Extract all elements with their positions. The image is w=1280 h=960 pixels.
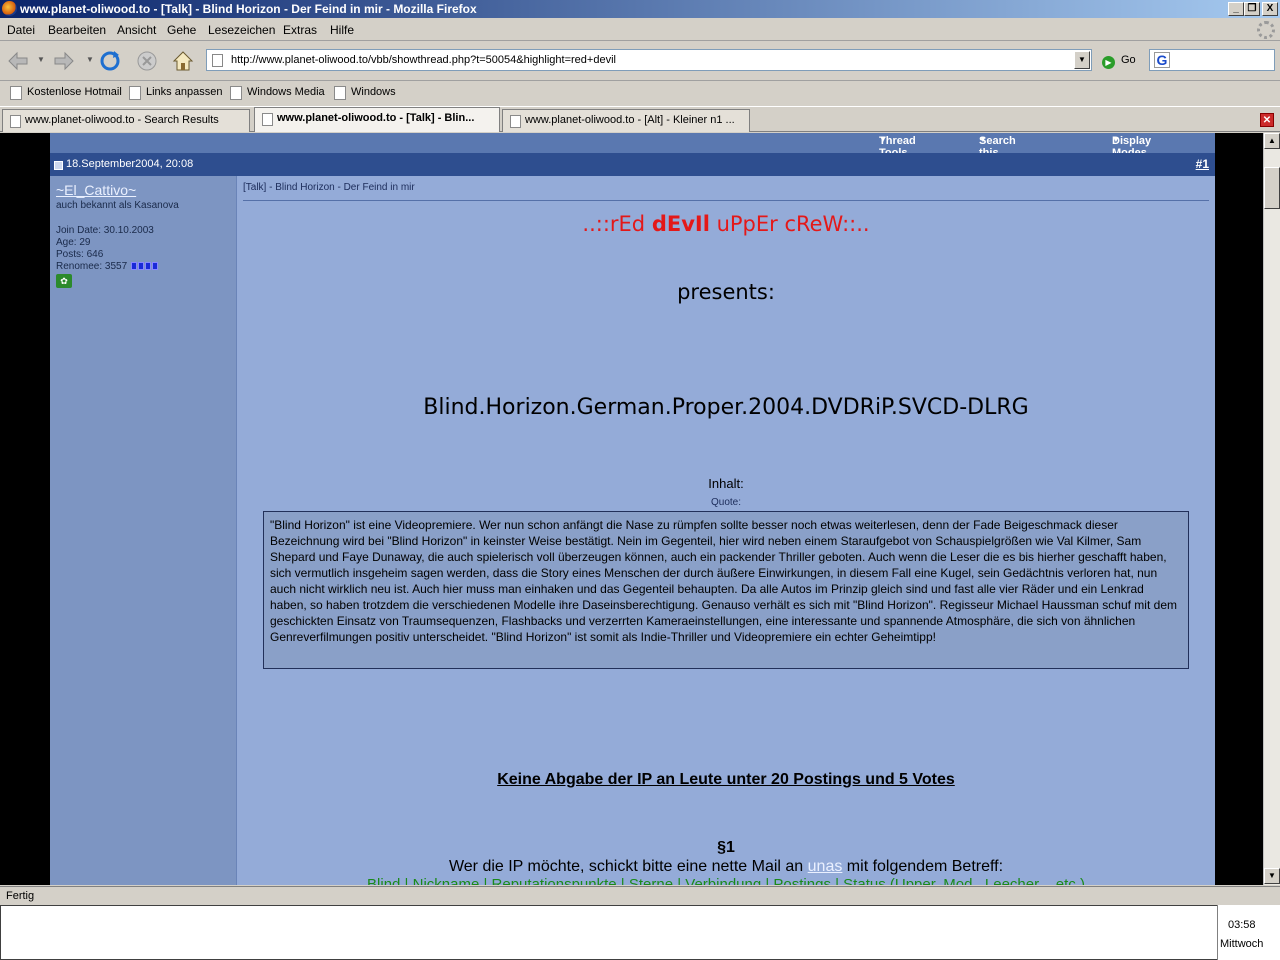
menu-bearbeiten[interactable]: Bearbeiten [48, 23, 106, 37]
stop-icon [137, 51, 157, 71]
release-name: Blind.Horizon.German.Proper.2004.DVDRiP.… [423, 395, 1029, 420]
crew-text-bold: dEvIl [651, 212, 710, 236]
divider [243, 200, 1209, 201]
reload-button[interactable] [97, 48, 123, 74]
forward-dropdown-icon[interactable]: ▼ [86, 55, 94, 64]
window-titlebar: www.planet-oliwood.to - [Talk] - Blind H… [0, 0, 1280, 18]
tab-alt-kleiner[interactable]: www.planet-oliwood.to - [Alt] - Kleiner … [502, 109, 750, 132]
crew-text-post: uPpEr cReW::.. [709, 212, 870, 236]
reputation-icon [144, 262, 151, 270]
chevron-down-icon: ▼ [979, 135, 987, 144]
go-button[interactable]: ▶ Go [1102, 52, 1136, 70]
username-link[interactable]: ~El_Cattivo~ [56, 182, 136, 198]
request-text-pre: Wer die IP möchte, schickt bitte eine ne… [448, 858, 808, 875]
firefox-icon [2, 1, 17, 16]
inhalt-label: Inhalt: [708, 476, 744, 491]
search-box[interactable]: G [1149, 49, 1275, 71]
menu-lesezeichen[interactable]: Lesezeichen [208, 23, 275, 37]
tab-bar: www.planet-oliwood.to - Search Results w… [0, 106, 1280, 132]
user-renomee: Renomee: 3557 [56, 261, 158, 272]
taskbar [0, 905, 1280, 960]
minimize-button[interactable]: _ [1228, 2, 1244, 16]
system-clock[interactable]: 03:58 Mittwoch [1217, 905, 1280, 960]
back-button[interactable] [6, 48, 32, 74]
mail-link[interactable]: unas [808, 858, 843, 875]
scroll-up-icon[interactable]: ▲ [1264, 133, 1280, 149]
menu-hilfe[interactable]: Hilfe [330, 23, 354, 37]
stop-button[interactable] [134, 48, 160, 74]
clock-time: 03:58 [1228, 919, 1256, 931]
page-viewport: Thread Tools ▼ Search this Thread ▼ Disp… [0, 133, 1263, 885]
go-icon: ▶ [1102, 56, 1115, 69]
presents-text: presents: [677, 280, 775, 304]
request-text-post: mit folgendem Betreff: [842, 858, 1004, 875]
thread-tools-bar: Thread Tools ▼ Search this Thread ▼ Disp… [50, 133, 1215, 171]
subject-format: Blind | Nickname | Reputationspunkte | S… [367, 876, 1085, 885]
post-title: [Talk] - Blind Horizon - Der Feind in mi… [243, 182, 415, 193]
navigation-toolbar: ▼ ▼ http://www.planet-oliwood.to/vbb/sho… [0, 41, 1280, 81]
renomee-label: Renomee: 3557 [56, 261, 128, 272]
reload-icon [100, 51, 120, 71]
menu-bar: Datei Bearbeiten Ansicht Gehe Lesezeiche… [0, 18, 1280, 41]
reputation-icon [137, 262, 144, 270]
status-bar: Fertig [0, 886, 1280, 905]
user-posts: Posts: 646 [56, 249, 104, 260]
menu-gehe[interactable]: Gehe [167, 23, 196, 37]
chevron-down-icon: ▼ [1112, 135, 1120, 144]
quote-box: "Blind Horizon" ist eine Videopremiere. … [263, 511, 1189, 669]
url-bar[interactable]: http://www.planet-oliwood.to/vbb/showthr… [206, 49, 1092, 71]
post-date: 18.September2004, 20:08 [66, 158, 194, 170]
crew-text-pre: ..::rEd [582, 212, 652, 236]
tab-search-results[interactable]: www.planet-oliwood.to - Search Results [2, 109, 250, 132]
quote-label: Quote: [710, 497, 742, 508]
post-number-link[interactable]: #1 [1196, 157, 1209, 171]
chevron-down-icon: ▼ [879, 135, 887, 144]
url-text[interactable]: http://www.planet-oliwood.to/vbb/showthr… [231, 54, 616, 66]
join-date: Join Date: 30.10.2003 [56, 225, 154, 236]
reputation-icon [151, 262, 158, 270]
bookmark-windows[interactable]: Windows [334, 86, 396, 100]
scroll-down-icon[interactable]: ▼ [1264, 868, 1280, 884]
post-body: [Talk] - Blind Horizon - Der Feind in mi… [237, 176, 1215, 885]
menu-datei[interactable]: Datei [7, 23, 35, 37]
tab-talk-blind-horizon[interactable]: www.planet-oliwood.to - [Talk] - Blin... [254, 107, 500, 132]
bookmarks-toolbar: Kostenlose Hotmail Links anpassen Window… [0, 82, 1280, 104]
forum-page: Thread Tools ▼ Search this Thread ▼ Disp… [50, 133, 1215, 885]
reputation-icon [130, 262, 137, 270]
bookmark-windows-media[interactable]: Windows Media [230, 86, 325, 100]
user-info-panel: ~El_Cattivo~ auch bekannt als Kasanova J… [50, 176, 237, 885]
rules-heading: Keine Abgabe der IP an Leute unter 20 Po… [497, 771, 955, 788]
maximize-button[interactable]: ❐ [1244, 2, 1260, 16]
menu-ansicht[interactable]: Ansicht [117, 23, 156, 37]
back-dropdown-icon[interactable]: ▼ [37, 55, 45, 64]
crew-banner: ..::rEd dEvIl uPpEr cReW::.. [237, 212, 1215, 236]
url-dropdown-icon[interactable]: ▼ [1074, 51, 1090, 69]
post-header: 18.September2004, 20:08 #1 [50, 153, 1215, 176]
back-arrow-icon [8, 51, 28, 71]
clock-day: Mittwoch [1220, 938, 1264, 950]
home-button[interactable] [170, 48, 196, 74]
window-title: www.planet-oliwood.to - [Talk] - Blind H… [20, 2, 477, 16]
bookmark-hotmail[interactable]: Kostenlose Hotmail [10, 86, 122, 100]
request-text: Wer die IP möchte, schickt bitte eine ne… [237, 858, 1215, 876]
user-badge-icon: ✿ [56, 274, 72, 288]
paragraph-mark: §1 [717, 839, 735, 856]
user-age: Age: 29 [56, 237, 91, 248]
throbber-icon [1257, 21, 1275, 39]
status-text: Fertig [6, 890, 35, 902]
close-tab-icon[interactable]: ✕ [1260, 113, 1274, 127]
post-icon [54, 161, 63, 170]
home-icon [172, 51, 194, 71]
go-label: Go [1121, 54, 1136, 66]
scrollbar-thumb[interactable] [1264, 167, 1280, 209]
page-icon [212, 54, 223, 67]
forward-arrow-icon [54, 51, 74, 71]
user-title: auch bekannt als Kasanova [56, 200, 179, 211]
menu-extras[interactable]: Extras [283, 23, 317, 37]
bookmark-links-anpassen[interactable]: Links anpassen [129, 86, 222, 100]
vertical-scrollbar[interactable]: ▲ ▼ [1263, 133, 1280, 885]
google-icon[interactable]: G [1154, 52, 1170, 68]
forward-button[interactable] [50, 48, 76, 74]
close-button[interactable]: X [1262, 2, 1278, 16]
